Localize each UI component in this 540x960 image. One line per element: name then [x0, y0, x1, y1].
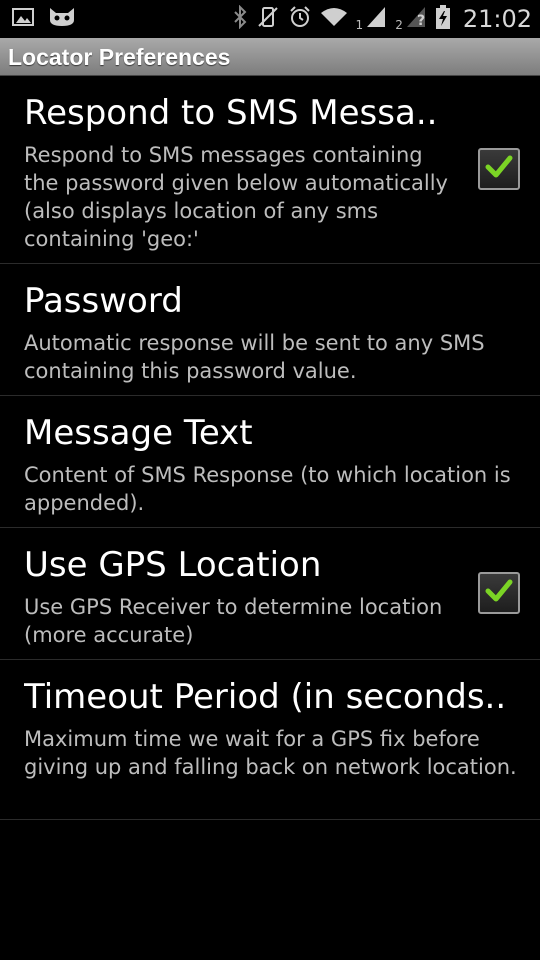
pref-message-text[interactable]: Message Text Content of SMS Response (to… [0, 396, 540, 528]
pref-summary: Use GPS Receiver to determine location (… [24, 595, 443, 647]
page-title: Locator Preferences [8, 44, 231, 70]
checkmark-icon [484, 576, 514, 610]
sim2-label: 2 [395, 18, 403, 32]
checkmark-icon [484, 152, 514, 186]
sim1-label: 1 [355, 18, 364, 32]
title-bar: Locator Preferences [0, 38, 540, 76]
alarm-icon [288, 5, 312, 33]
pref-title: Password [24, 281, 183, 321]
use-gps-checkbox[interactable] [478, 572, 520, 614]
pref-title: Message Text [24, 413, 253, 453]
respond-sms-checkbox[interactable] [478, 148, 520, 190]
pref-summary: Maximum time we wait for a GPS fix befor… [24, 727, 517, 779]
pref-password[interactable]: Password Automatic response will be sent… [0, 264, 540, 396]
pref-title: Use GPS Location [24, 545, 322, 585]
pref-timeout-period[interactable]: Timeout Period (in seconds.. Maximum tim… [0, 660, 540, 820]
pref-title: Respond to SMS Messa.. [24, 93, 438, 133]
svg-text:?: ? [417, 13, 425, 29]
signal-icon [365, 5, 387, 33]
vibrate-off-icon [256, 5, 280, 33]
pref-use-gps[interactable]: Use GPS Location Use GPS Receiver to det… [0, 528, 540, 660]
pref-respond-sms[interactable]: Respond to SMS Messa.. Respond to SMS me… [0, 76, 540, 264]
cyanogen-icon [48, 6, 76, 32]
pref-summary: Respond to SMS messages containing the p… [24, 143, 448, 251]
pref-summary: Automatic response will be sent to any S… [24, 331, 485, 383]
pref-summary: Content of SMS Response (to which locati… [24, 463, 511, 515]
signal-unknown-icon: ? [405, 5, 427, 33]
pref-title: Timeout Period (in seconds.. [24, 677, 507, 717]
wifi-icon [320, 6, 348, 32]
status-bar: 1 2 ? 21:02 [0, 0, 540, 38]
clock: 21:02 [462, 5, 532, 33]
picture-icon [12, 7, 34, 31]
battery-charging-icon [435, 4, 451, 34]
preference-list: Respond to SMS Messa.. Respond to SMS me… [0, 76, 540, 820]
bluetooth-icon [232, 4, 248, 33]
